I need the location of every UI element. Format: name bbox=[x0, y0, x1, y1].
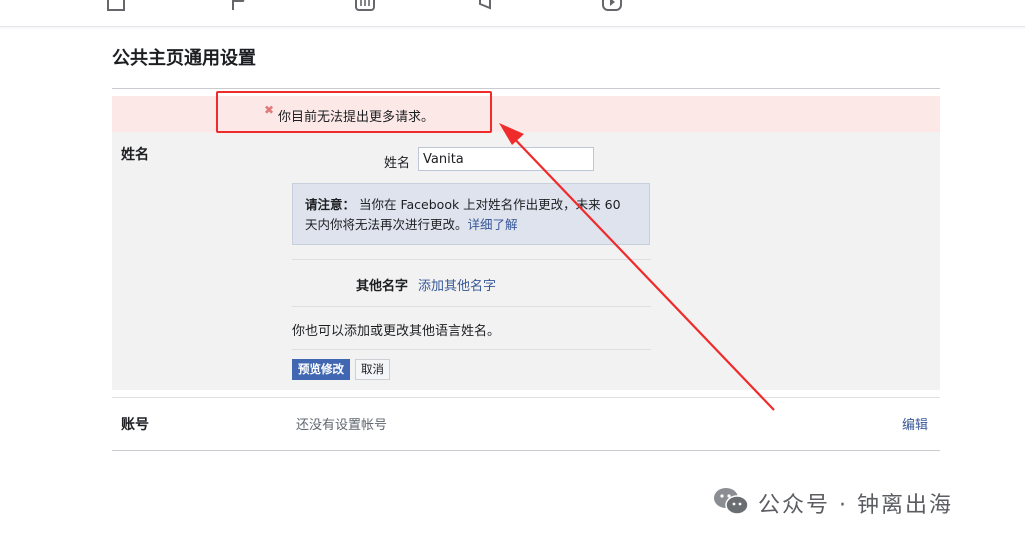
home-icon[interactable] bbox=[105, 0, 129, 12]
name-section-label: 姓名 bbox=[121, 147, 149, 163]
flag-icon[interactable] bbox=[230, 0, 254, 12]
edit-account-link[interactable]: 编辑 bbox=[902, 414, 928, 433]
page-title: 公共主页通用设置 bbox=[112, 48, 256, 69]
name-input[interactable] bbox=[418, 147, 594, 171]
account-section-label: 账号 bbox=[121, 417, 149, 433]
title-divider bbox=[112, 88, 940, 89]
megaphone-icon[interactable] bbox=[478, 0, 502, 12]
learn-more-link[interactable]: 详细了解 bbox=[468, 217, 518, 232]
divider bbox=[292, 349, 651, 350]
watermark-text: 公众号 · 钟离出海 bbox=[758, 493, 953, 518]
divider bbox=[292, 306, 651, 307]
account-divider-top bbox=[112, 397, 940, 398]
video-icon[interactable] bbox=[601, 0, 625, 12]
other-names-label: 其他名字 bbox=[355, 279, 408, 294]
add-other-name-link[interactable]: 添加其他名字 bbox=[418, 275, 496, 294]
preview-changes-button[interactable]: 预览修改 bbox=[292, 359, 350, 380]
watermark: 公众号 · 钟离出海 bbox=[712, 486, 953, 520]
notice-prefix: 请注意： bbox=[305, 197, 356, 212]
account-value: 还没有设置帐号 bbox=[296, 418, 388, 433]
top-navigation-bar bbox=[0, 0, 1025, 27]
marketplace-icon[interactable] bbox=[354, 0, 378, 12]
divider bbox=[292, 259, 651, 260]
language-name-note: 你也可以添加或更改其他语言姓名。 bbox=[292, 324, 501, 339]
name-field-label: 姓名 bbox=[383, 156, 410, 171]
account-divider-bottom bbox=[112, 450, 940, 451]
error-highlight-box bbox=[216, 91, 492, 133]
wechat-icon bbox=[712, 486, 750, 520]
cancel-button[interactable]: 取消 bbox=[355, 359, 390, 380]
name-change-notice: 请注意： 当你在 Facebook 上对姓名作出更改，未来 60 天内你将无法再… bbox=[292, 183, 650, 245]
